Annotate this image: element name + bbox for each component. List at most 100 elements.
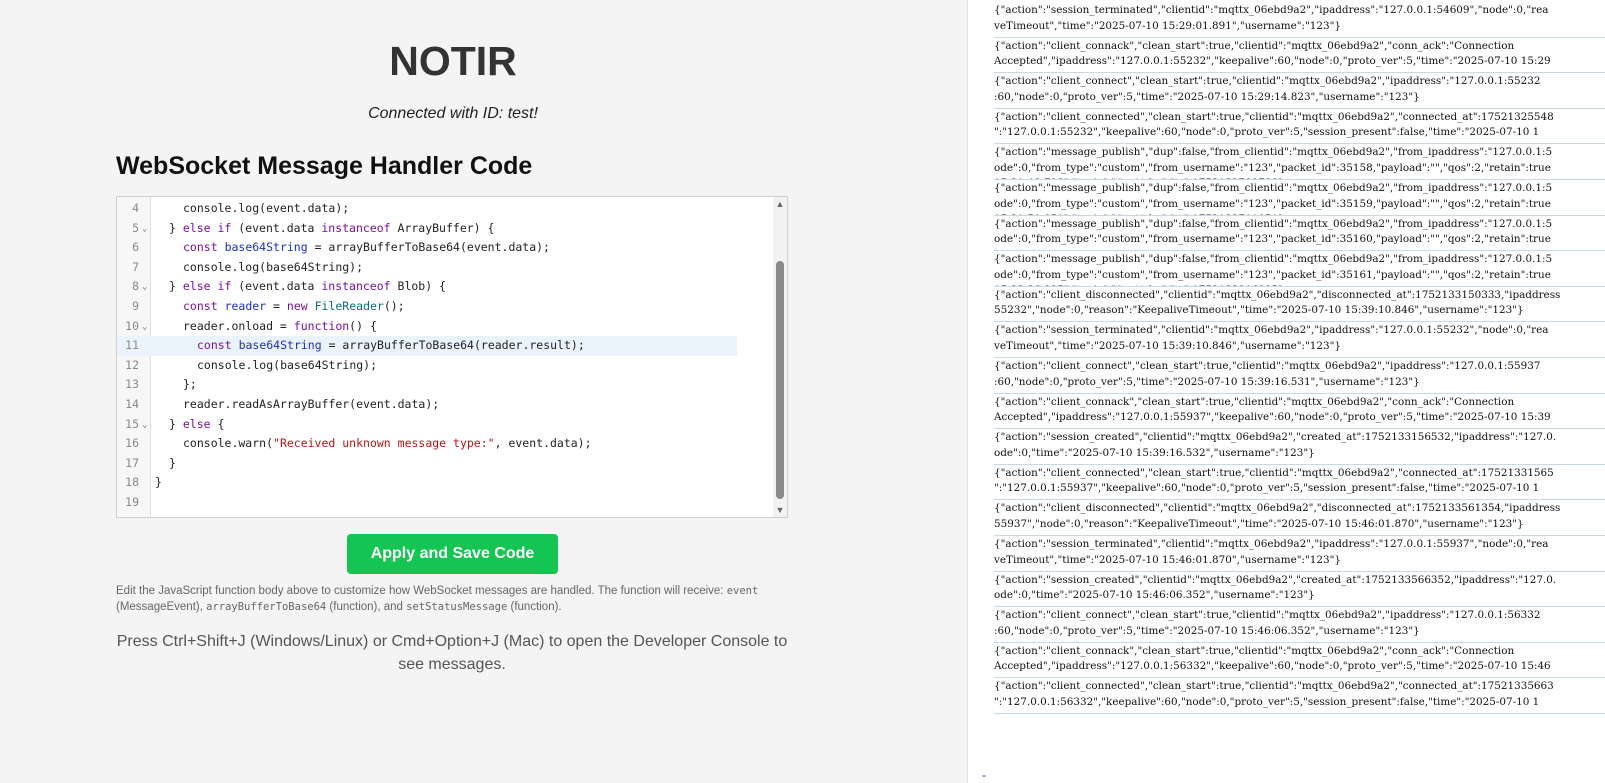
code-line[interactable]: 12 console.log(base64String);: [117, 356, 737, 376]
code-text: console.log(event.data);: [155, 199, 349, 219]
code-line[interactable]: 8 ⌄} else if (event.data instanceof Blob)…: [117, 277, 737, 297]
code-token: reader: [224, 299, 267, 313]
code-token: else if: [182, 220, 232, 235]
log-entry: {"action":"client_disconnected","clienti…: [994, 500, 1605, 536]
log-entry-line: Accepted","ipaddress":"127.0.0.1:55937",…: [994, 411, 1551, 424]
code-text: console.log(base64String);: [155, 356, 377, 376]
code-token: (event.data: [231, 279, 322, 294]
code-line[interactable]: 15 ⌄} else {: [117, 415, 737, 435]
log-entry-line: {"action":"client_connect","clean_start"…: [994, 360, 1541, 372]
fold-chevron-icon[interactable]: ⌄: [142, 220, 147, 240]
code-token: console.warn(: [183, 436, 274, 451]
log-entry: {"action":"session_terminated","clientid…: [994, 536, 1605, 572]
code-token: }: [169, 416, 183, 431]
code-text: }: [155, 473, 162, 493]
fold-chevron-icon[interactable]: ⌄: [142, 318, 147, 338]
log-entry-line: veTimeout","time":"2025-07-10 15:39:10.8…: [994, 339, 1342, 352]
code-editor[interactable]: 4 console.log(event.data); 5 ⌄} else if (ev…: [116, 196, 788, 518]
log-entry: {"action":"client_connack","clean_start"…: [994, 38, 1605, 74]
log-entry-line: {"action":"session_created","clientid":"…: [994, 431, 1557, 444]
code-text: console.log(base64String);: [155, 258, 363, 278]
log-entry-line: {"action":"session_terminated","clientid…: [994, 4, 1549, 16]
log-entry-line: ode":0,"from_type":"custom","from_userna…: [994, 161, 1551, 174]
log-entry-line: {"action":"message_publish","dup":false,…: [994, 253, 1553, 266]
code-token: console.log(event.data);: [183, 201, 350, 215]
log-entry-line: {"action":"session_terminated","clientid…: [994, 324, 1549, 337]
code-token: base64String: [224, 240, 308, 255]
message-log-panel[interactable]: {"action":"session_terminated","clientid…: [967, 0, 1605, 783]
console-hint: Press Ctrl+Shift+J (Windows/Linux) or Cm…: [116, 633, 788, 673]
log-entry: {"action":"client_connected","clean_star…: [994, 109, 1605, 145]
code-token: , event.data);: [494, 436, 592, 451]
line-number: 5: [132, 220, 139, 235]
code-line[interactable]: 18}: [117, 473, 737, 493]
code-line[interactable]: 6 const base64String = arrayBufferToBase6…: [117, 238, 737, 258]
log-entry-line: :60,"node":0,"proto_ver":5,"time":"2025-…: [994, 375, 1420, 388]
line-number: 18: [125, 475, 139, 490]
line-number: 13: [125, 377, 139, 392]
log-entry-line: Accepted","ipaddress":"127.0.0.1:56332",…: [994, 660, 1551, 673]
log-entry-line: Accepted","ipaddress":"127.0.0.1:55232",…: [994, 55, 1551, 68]
scroll-down-icon[interactable]: ▼: [773, 503, 787, 517]
log-entry-line: ode":0,"from_type":"custom","from_userna…: [994, 268, 1551, 281]
log-entry-line: {"action":"message_publish","dup":false,…: [994, 182, 1553, 194]
fold-chevron-icon[interactable]: ⌄: [142, 278, 147, 298]
code-line[interactable]: 19: [117, 493, 737, 513]
code-line[interactable]: 5 ⌄ } else if (event.data instanceof Array…: [117, 219, 737, 239]
line-number: 7: [132, 259, 139, 274]
code-text: reader.readAsArrayBuffer(event.data);: [155, 395, 439, 415]
log-entry: {"action":"client_disconnected","clienti…: [994, 287, 1605, 323]
code-token: }: [169, 455, 176, 470]
code-line[interactable]: 13};: [117, 375, 737, 395]
code-line[interactable]: 4 console.log(event.data);: [117, 199, 737, 219]
editor-scrollbar[interactable]: ▲ ▼: [773, 197, 787, 517]
log-entry: {"action":"session_terminated","clientid…: [994, 2, 1605, 38]
log-entry-line: {"action":"message_publish","dup":false,…: [994, 217, 1553, 230]
log-entry-line: veTimeout","time":"2025-07-10 15:29:01.8…: [994, 19, 1342, 32]
code-text: } else if (event.data instanceof ArrayBu…: [155, 219, 494, 239]
code-line[interactable]: 9 const reader = new FileReader();: [117, 297, 737, 317]
log-entry-line: {"action":"client_connected","clean_star…: [994, 466, 1554, 479]
code-line[interactable]: 7 console.log(base64String);: [117, 258, 737, 278]
scroll-up-icon[interactable]: ▲: [773, 197, 787, 211]
log-entry: {"action":"session_terminated","clientid…: [994, 322, 1605, 358]
help-code-arraybuffer: arrayBufferToBase64: [206, 601, 327, 613]
log-entry: {"action":"client_connected","clean_star…: [994, 678, 1605, 714]
fold-chevron-icon[interactable]: ⌄: [142, 416, 147, 436]
scrollbar-thumb[interactable]: [776, 261, 784, 499]
code-line[interactable]: 17}: [117, 454, 737, 474]
log-entry-line: ode":0,"time":"2025-07-10 15:46:06.352",…: [994, 589, 1315, 602]
code-token: const: [183, 240, 218, 255]
code-text: } else if (event.data instanceof Blob) {: [155, 277, 446, 297]
code-token: const: [183, 299, 218, 313]
line-number: 4: [132, 201, 139, 215]
code-text: const reader = new FileReader();: [155, 297, 405, 317]
code-line[interactable]: 16 console.warn("Received unknown message…: [117, 434, 737, 454]
code-line[interactable]: 14 reader.readAsArrayBuffer(event.data);: [117, 395, 737, 415]
log-entry: {"action":"session_created","clientid":"…: [994, 429, 1605, 465]
log-entry: {"action":"session_created","clientid":"…: [994, 572, 1605, 608]
code-token: new: [286, 299, 308, 313]
line-number: 11: [125, 338, 139, 353]
log-entry: {"action":"message_publish","dup":false,…: [994, 251, 1605, 287]
log-entry: {"action":"message_publish","dup":false,…: [994, 180, 1605, 216]
line-number: 17: [125, 455, 139, 470]
code-token: else if: [182, 279, 232, 294]
connection-status: Connected with ID: test!: [368, 105, 538, 122]
log-entry-line: {"action":"session_terminated","clientid…: [994, 538, 1549, 550]
apply-save-code-button[interactable]: Apply and Save Code: [347, 534, 558, 574]
line-number: 12: [125, 357, 139, 372]
code-token: }: [155, 475, 162, 490]
code-line[interactable]: 11 const base64String = arrayBufferToBase…: [117, 336, 737, 356]
log-entry-line: {"action":"client_connected","clean_star…: [994, 110, 1554, 123]
code-line[interactable]: 10 ⌄ reader.onload = function() {: [117, 317, 737, 337]
help-text: Edit the JavaScript function body above …: [116, 583, 796, 615]
code-token: const: [197, 338, 232, 353]
code-text: const base64String = arrayBufferToBase64…: [155, 336, 585, 356]
log-marker: [982, 775, 986, 777]
log-entry-line: {"action":"client_connack","clean_start"…: [994, 395, 1515, 408]
code-token: }: [169, 220, 183, 235]
